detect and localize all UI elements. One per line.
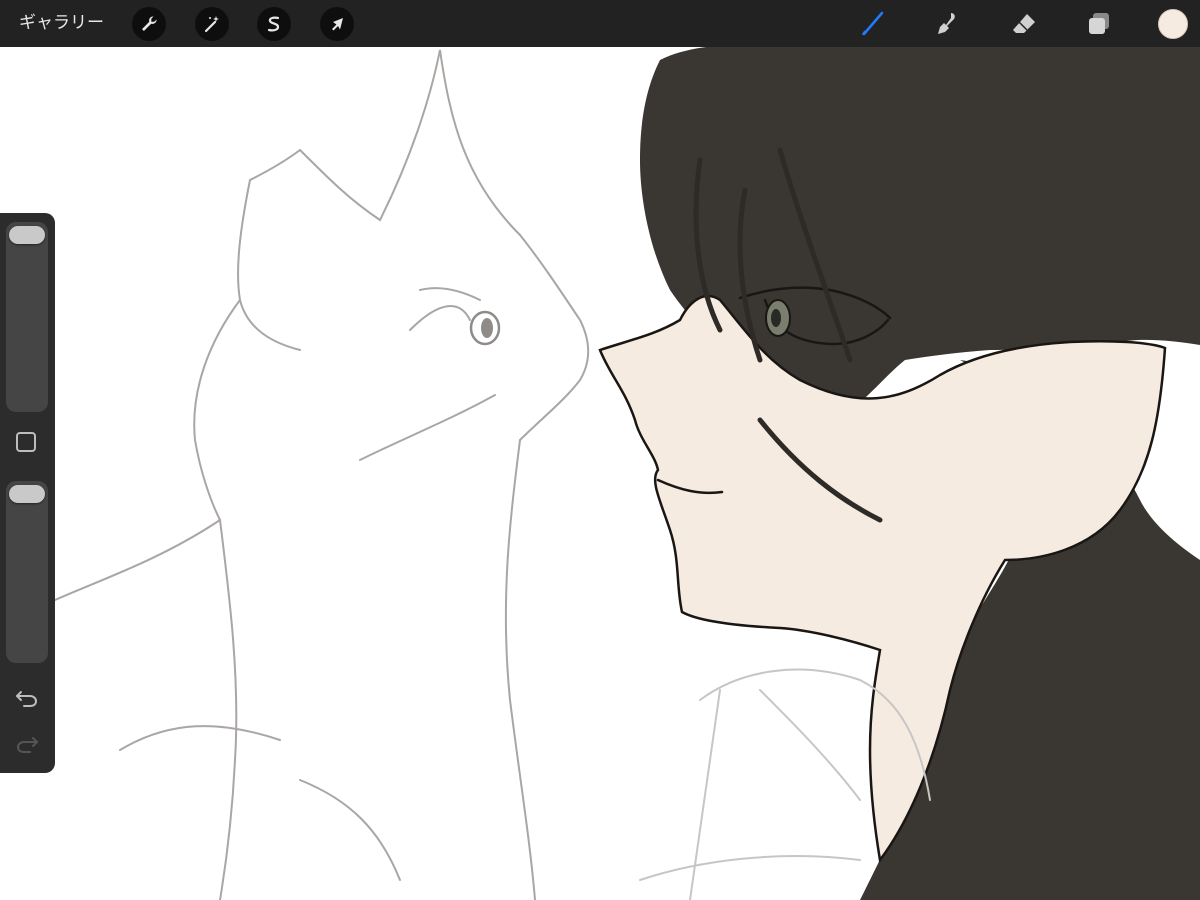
layers-icon [1089, 13, 1109, 34]
left-sidebar [0, 213, 55, 773]
brush-size-slider[interactable] [6, 222, 48, 412]
brush-size-thumb[interactable] [9, 226, 45, 244]
transform-button[interactable] [320, 7, 354, 41]
brush-icon [862, 11, 884, 36]
magic-wand-icon [204, 16, 219, 33]
drawing-canvas[interactable] [0, 0, 1200, 900]
redo-icon[interactable] [15, 734, 39, 754]
actions-button[interactable] [132, 7, 166, 41]
wrench-icon [142, 16, 157, 31]
arrow-cursor-icon [332, 18, 343, 31]
selection-s-icon [267, 16, 280, 32]
opacity-slider[interactable] [6, 481, 48, 663]
modify-button[interactable] [16, 432, 36, 452]
gallery-button[interactable]: ギャラリー [19, 12, 104, 34]
selection-button[interactable] [257, 7, 291, 41]
eraser-tool-button[interactable] [1008, 8, 1040, 40]
smudge-tool-button[interactable] [930, 8, 962, 40]
undo-icon[interactable] [15, 688, 39, 708]
artwork [54, 44, 1200, 900]
eye-pupil [771, 309, 781, 327]
top-toolbar: ギャラリー [0, 0, 1200, 47]
smudge-finger-icon [938, 13, 955, 34]
opacity-thumb[interactable] [9, 485, 45, 503]
layers-button[interactable] [1083, 8, 1115, 40]
cat-sketch [54, 49, 590, 900]
color-picker-button[interactable] [1158, 9, 1188, 39]
brush-tool-button[interactable] [856, 8, 888, 40]
cat-pupil [481, 318, 493, 338]
eraser-icon [1013, 14, 1035, 33]
adjustments-button[interactable] [195, 7, 229, 41]
